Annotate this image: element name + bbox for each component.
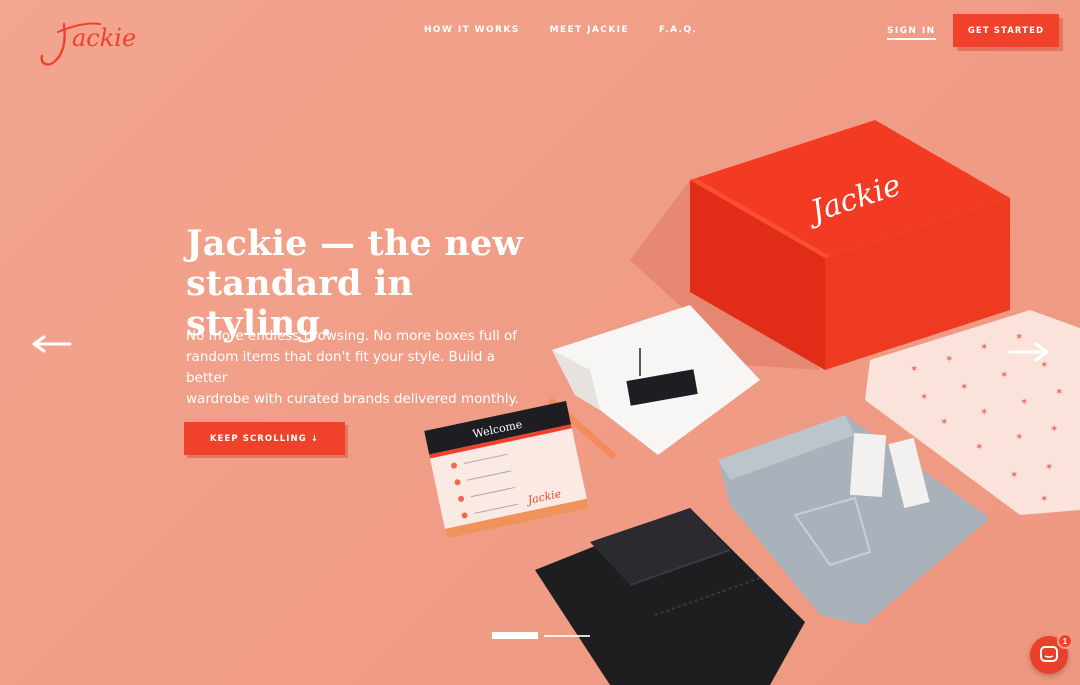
svg-text:ackie: ackie — [72, 24, 136, 52]
welcome-card: Welcome Jackie — [424, 400, 589, 539]
svg-text:✶: ✶ — [940, 417, 948, 428]
keep-scrolling-wrap: KEEP SCROLLING ↓ — [184, 422, 348, 458]
svg-text:✶: ✶ — [945, 354, 953, 365]
svg-text:✶: ✶ — [1015, 432, 1023, 443]
svg-text:✶: ✶ — [1010, 470, 1018, 481]
chat-unread-badge: 1 — [1057, 633, 1073, 649]
svg-text:✶: ✶ — [1040, 494, 1048, 505]
nav-meet-jackie[interactable]: MEET JACKIE — [550, 25, 629, 35]
jeans-tag-1 — [849, 432, 887, 498]
carousel-indicators — [492, 632, 590, 639]
product-flatlay-image: Jackie ✶✶✶ ✶✶✶ ✶✶✶ ✶✶✶ ✶✶✶ ✶✶✶ Welcome J… — [424, 120, 1080, 685]
svg-text:✶: ✶ — [1050, 424, 1058, 435]
main-nav: HOW IT WORKS MEET JACKIE F.A.Q. — [424, 25, 697, 35]
arrow-left-icon[interactable] — [30, 334, 72, 354]
carousel-dot-2[interactable] — [544, 635, 590, 637]
get-started-button[interactable]: GET STARTED — [953, 14, 1059, 47]
nav-faq[interactable]: F.A.Q. — [659, 25, 697, 35]
sign-in-link[interactable]: SIGN IN — [887, 26, 936, 40]
svg-text:✶: ✶ — [1045, 462, 1053, 473]
jackie-logo[interactable]: ackie — [36, 10, 154, 76]
svg-text:✶: ✶ — [980, 407, 988, 418]
svg-text:✶: ✶ — [960, 382, 968, 393]
svg-text:✶: ✶ — [910, 364, 918, 375]
arrow-right-icon[interactable] — [1008, 341, 1052, 363]
carousel-dot-1[interactable] — [492, 632, 538, 639]
svg-text:✶: ✶ — [920, 392, 928, 403]
get-started-button-wrap: GET STARTED — [953, 14, 1063, 51]
hero-page: ackie HOW IT WORKS MEET JACKIE F.A.Q. SI… — [0, 0, 1080, 685]
svg-text:✶: ✶ — [1000, 370, 1008, 381]
svg-text:✶: ✶ — [1055, 387, 1063, 398]
keep-scrolling-button[interactable]: KEEP SCROLLING ↓ — [184, 422, 345, 455]
svg-text:✶: ✶ — [980, 342, 988, 353]
svg-text:✶: ✶ — [1020, 397, 1028, 408]
chat-icon — [1040, 646, 1058, 662]
nav-how-it-works[interactable]: HOW IT WORKS — [424, 25, 520, 35]
svg-text:✶: ✶ — [975, 442, 983, 453]
